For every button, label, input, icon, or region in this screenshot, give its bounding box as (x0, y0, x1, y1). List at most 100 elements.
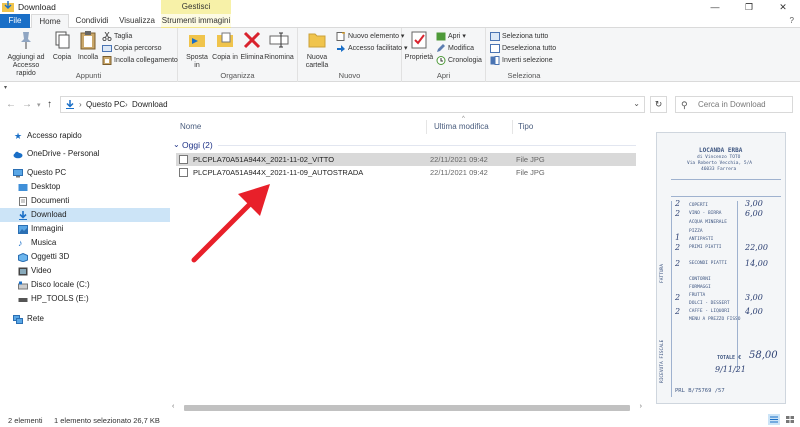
nav-label: Accesso rapido (27, 131, 82, 140)
receipt-item: VINO - BIRRA (689, 211, 722, 216)
cloud-icon (13, 151, 23, 159)
copy-button[interactable]: Copia (50, 30, 74, 62)
receipt-rule (671, 179, 781, 180)
cut-button[interactable]: Taglia (102, 31, 132, 42)
drive-icon (18, 281, 28, 290)
breadcrumb-download[interactable]: Download (132, 100, 168, 109)
rename-button[interactable]: Rinomina (264, 30, 294, 62)
file-row[interactable]: PLCPLA70A51A944X_2021-11-02_VITTO 22/11/… (176, 153, 636, 166)
download-icon (66, 100, 74, 109)
rename-label: Rinomina (264, 54, 294, 61)
nav-item-disco-c[interactable]: Disco locale (C:) (0, 278, 170, 292)
edit-button[interactable]: Modifica (436, 43, 474, 54)
handwritten-value: 14,00 (745, 259, 768, 268)
nav-item-accesso-rapido[interactable]: ★ Accesso rapido (0, 129, 170, 143)
horizontal-scrollbar[interactable]: ‹ › (172, 403, 642, 413)
nav-item-desktop[interactable]: Desktop (0, 180, 170, 194)
tab-strumenti-immagini[interactable]: Strumenti immagini (161, 14, 231, 28)
select-all-button[interactable]: Seleziona tutto (490, 31, 548, 42)
column-separator[interactable] (426, 120, 427, 134)
scroll-left-arrow-icon[interactable]: ‹ (172, 403, 174, 410)
history-label: Cronologia (448, 57, 482, 64)
nav-item-documenti[interactable]: Documenti (0, 194, 170, 208)
details-view-icon[interactable] (768, 414, 780, 425)
invert-selection-button[interactable]: Inverti selezione (490, 55, 553, 66)
group-apri: Proprietà Apri ▾ Modifica Cronologia Apr… (402, 28, 486, 82)
group-divider (218, 145, 636, 146)
easy-access-button[interactable]: Accesso facilitato ▾ (336, 43, 408, 54)
delete-x-icon (243, 31, 261, 49)
column-header-name[interactable]: Nome (180, 122, 201, 131)
properties-button[interactable]: Proprietà (404, 30, 434, 62)
search-box[interactable]: ⚲ Cerca in Download (675, 96, 793, 113)
file-type: File JPG (516, 168, 545, 177)
address-history-chevron-icon[interactable]: ⌄ (633, 99, 640, 108)
receipt-item: FORMAGGI (689, 285, 711, 290)
maximize-button[interactable]: ❐ (732, 0, 766, 14)
back-arrow-icon[interactable]: ← (6, 99, 16, 110)
handwritten-value: 3,00 (745, 293, 763, 302)
recent-locations-chevron-icon[interactable]: ▾ (37, 101, 41, 109)
scroll-right-arrow-icon[interactable]: › (640, 403, 642, 410)
forward-arrow-icon[interactable]: → (22, 99, 32, 110)
copy-path-button[interactable]: Copia percorso (102, 43, 161, 54)
group-collapse-chevron-icon[interactable]: ⌄ (173, 140, 180, 149)
deselect-all-button[interactable]: Deseleziona tutto (490, 43, 556, 54)
handwritten-value: 2 (675, 209, 681, 218)
file-date: 22/11/2021 09:42 (430, 168, 488, 177)
column-separator[interactable] (512, 120, 513, 134)
paste-shortcut-button[interactable]: Incolla collegamento (102, 55, 178, 66)
nav-item-questo-pc[interactable]: Questo PC (0, 166, 170, 180)
nav-item-video[interactable]: Video (0, 264, 170, 278)
column-header-date[interactable]: Ultima modifica (434, 122, 489, 131)
nav-label: OneDrive - Personal (27, 149, 100, 158)
star-icon: ★ (14, 131, 23, 141)
copy-to-button[interactable]: Copia in (212, 30, 238, 62)
receipt-item: ACQUA MINERALE (689, 220, 727, 225)
large-icons-view-icon[interactable] (784, 414, 796, 425)
history-icon (436, 56, 446, 65)
copy-to-label: Copia in (212, 54, 238, 61)
file-name: PLCPLA70A51A944X_2021-11-02_VITTO (193, 155, 335, 164)
group-nuovo: Nuova cartella Nuovo elemento ▾ Accesso … (298, 28, 408, 82)
properties-label: Proprietà (404, 54, 434, 61)
copy-folder-icon (217, 32, 233, 47)
help-button[interactable]: ? (790, 16, 794, 25)
nav-item-musica[interactable]: ♪ Musica (0, 236, 170, 250)
nav-item-onedrive[interactable]: OneDrive - Personal (0, 147, 170, 161)
group-organizza: Sposta in Copia in Elimina Rinomina Orga… (178, 28, 298, 82)
computer-icon (13, 169, 23, 178)
column-header-type[interactable]: Tipo (518, 122, 533, 131)
gestisci-context-label: Gestisci (161, 0, 231, 14)
delete-button[interactable]: Elimina (240, 30, 264, 62)
breadcrumb-questo-pc[interactable]: Questo PC (86, 100, 125, 109)
history-button[interactable]: Cronologia (436, 55, 482, 66)
nav-item-oggetti-3d[interactable]: Oggetti 3D (0, 250, 170, 264)
tab-condividi[interactable]: Condividi (72, 14, 112, 28)
nav-item-download[interactable]: Download (0, 208, 170, 222)
tab-home[interactable]: Home (31, 14, 69, 29)
nav-item-hp-tools[interactable]: HP_TOOLS (E:) (0, 292, 170, 306)
group-header-oggi[interactable]: Oggi (2) (182, 140, 213, 150)
select-all-icon (490, 32, 500, 41)
minimize-button[interactable]: — (698, 0, 732, 14)
paste-button[interactable]: Incolla (76, 30, 100, 62)
quick-access-toolbar-chevron[interactable]: ▾ (4, 84, 7, 91)
tab-file[interactable]: File (0, 14, 30, 28)
handwritten-value: 6,00 (745, 209, 763, 218)
scrollbar-thumb[interactable] (184, 405, 630, 411)
new-item-button[interactable]: Nuovo elemento ▾ (336, 31, 404, 42)
nav-item-immagini[interactable]: Immagini (0, 222, 170, 236)
nav-item-rete[interactable]: Rete (0, 312, 170, 326)
up-arrow-icon[interactable]: ↑ (47, 99, 52, 110)
new-folder-button[interactable]: Nuova cartella (302, 30, 332, 70)
refresh-button[interactable]: ↻ (650, 96, 667, 113)
address-bar[interactable]: › Questo PC › Download ⌄ (60, 96, 645, 113)
close-button[interactable]: ✕ (766, 0, 800, 14)
tab-visualizza[interactable]: Visualizza (116, 14, 158, 28)
receipt-item: FRUTTA (689, 293, 706, 298)
open-button[interactable]: Apri ▾ (436, 31, 466, 42)
invert-selection-icon (490, 56, 500, 65)
group-label-seleziona: Seleziona (507, 71, 541, 80)
move-to-button[interactable]: Sposta in (184, 30, 210, 70)
